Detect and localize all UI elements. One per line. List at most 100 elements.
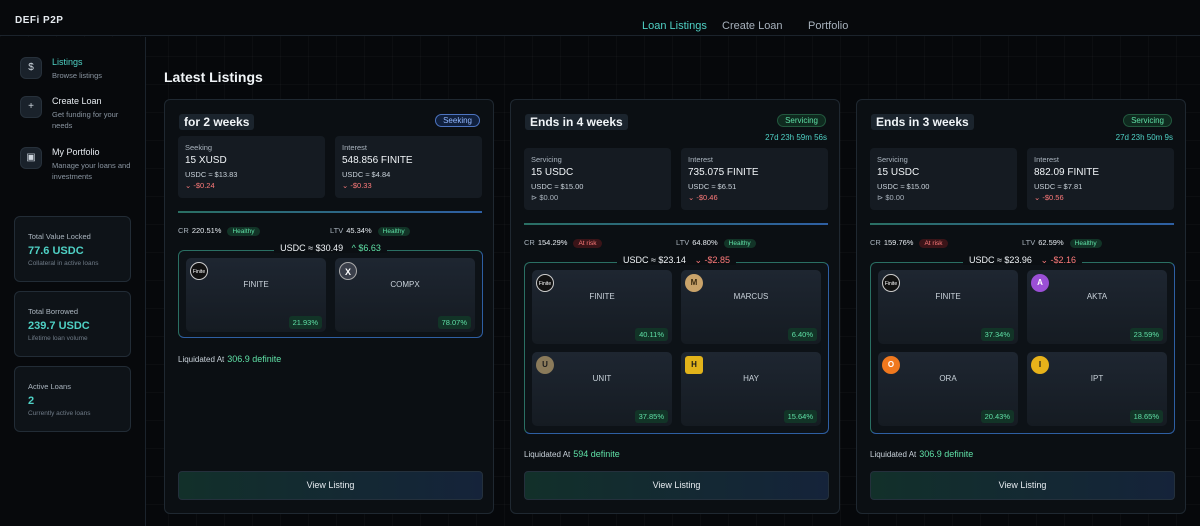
finite-token-icon: Finite — [190, 262, 208, 280]
collateral-token-finite[interactable]: Finite FINITE 40.11% — [532, 270, 672, 344]
token-name: IPT — [1090, 374, 1104, 383]
ltv-value: 45.34% — [346, 226, 372, 235]
liquidation-threshold: Liquidated At 306.9 definite — [178, 354, 281, 364]
ltv-status-chip: Healthy — [377, 227, 410, 236]
unit-token-icon: U — [536, 356, 554, 374]
interest-box: Interest 882.09 FINITE USDC ≈ $7.81 ⌄ -$… — [1027, 148, 1174, 210]
liquidation-label: Liquidated At — [524, 450, 571, 459]
cr-label: CR — [524, 238, 535, 247]
stat-value: 77.6 USDC — [28, 245, 84, 257]
nav-create-loan[interactable]: Create Loan — [722, 20, 783, 32]
collateral-token-ora[interactable]: O ORA 20.43% — [878, 352, 1018, 426]
box-delta: ⊳ $0.00 — [877, 193, 905, 202]
cr-metric: CR 159.76% At risk — [870, 238, 948, 248]
finite-token-icon: Finite — [536, 274, 554, 292]
listing-title: Ends in 4 weeks — [525, 114, 628, 130]
akta-token-icon: A — [1031, 274, 1049, 292]
view-listing-button[interactable]: View Listing — [870, 471, 1175, 500]
ltv-label: LTV — [676, 238, 690, 247]
listing-card: for 2 weeks Seeking Seeking 15 XUSD USDC… — [164, 99, 494, 514]
ltv-value: 62.59% — [1038, 238, 1064, 247]
nav-loan-listings[interactable]: Loan Listings — [642, 20, 707, 32]
token-share: 18.65% — [1129, 410, 1163, 423]
collateral-token-finite[interactable]: Finite FINITE 21.93% — [186, 258, 326, 332]
stat-label: Total Borrowed — [28, 307, 79, 316]
liquidation-threshold: Liquidated At 306.9 definite — [870, 449, 973, 459]
listing-card: Ends in 3 weeks Servicing 27d 23h 50m 9s… — [856, 99, 1186, 514]
sidebar-item-label: Listings — [52, 57, 83, 67]
ltv-status-chip: Healthy — [1069, 239, 1102, 248]
token-name: FINITE — [243, 280, 269, 289]
box-usd-value: USDC ≈ $15.00 — [877, 182, 930, 191]
box-usd-value: USDC ≈ $6.51 — [688, 182, 737, 191]
seeking-box: Seeking 15 XUSD USDC ≈ $13.83 ⌄ -$0.24 — [178, 136, 325, 198]
token-name: AKTA — [1086, 292, 1108, 301]
cr-metric: CR 154.29% At risk — [524, 238, 602, 248]
collateral-token-akta[interactable]: A AKTA 23.59% — [1027, 270, 1167, 344]
app-logo[interactable]: DEFi P2P — [15, 15, 63, 26]
marcus-token-icon: M — [685, 274, 703, 292]
collateral-token-marcus[interactable]: M MARCUS 6.40% — [681, 270, 821, 344]
collateral-change: ⌄ -$2.85 — [691, 255, 734, 265]
collateral-token-unit[interactable]: U UNIT 37.85% — [532, 352, 672, 426]
sidebar-item-listings[interactable]: $ Listings Browse listings — [20, 57, 140, 85]
collateral-panel: USDC ≈ $23.96 ⌄ -$2.16 Finite FINITE 37.… — [870, 255, 1175, 434]
ltv-status-chip: Healthy — [723, 239, 756, 248]
sidebar-item-description: Browse listings — [52, 71, 103, 80]
sidebar-item-my-portfolio[interactable]: ▣ My Portfolio Manage your loans and inv… — [20, 147, 140, 183]
box-value: 548.856 FINITE — [342, 155, 413, 166]
token-share: 40.11% — [635, 328, 668, 341]
cr-metric: CR 220.51% Healthy — [178, 226, 260, 236]
box-usd-value: USDC ≈ $4.84 — [342, 170, 391, 179]
cr-status-chip: Healthy — [227, 227, 260, 236]
sidebar-item-label: My Portfolio — [52, 147, 100, 157]
token-name: ORA — [939, 374, 957, 383]
ltv-value: 64.80% — [692, 238, 718, 247]
token-share: 15.64% — [783, 410, 817, 423]
token-share: 37.85% — [634, 410, 668, 423]
token-name: FINITE — [935, 292, 961, 301]
token-name: FINITE — [589, 292, 615, 301]
token-name: UNIT — [592, 374, 612, 383]
collateral-token-compx[interactable]: X COMPX 78.07% — [335, 258, 475, 332]
cr-value: 154.29% — [537, 238, 568, 247]
stat-value: 239.7 USDC — [28, 320, 90, 332]
stat-total-borrowed: Total Borrowed 239.7 USDC Lifetime loan … — [14, 291, 131, 357]
box-value: 15 USDC — [877, 167, 920, 178]
box-usd-value: USDC ≈ $15.00 — [531, 182, 584, 191]
ltv-label: LTV — [330, 226, 344, 235]
stat-description: Currently active loans — [28, 410, 91, 417]
collateral-token-hay[interactable]: H HAY 15.64% — [681, 352, 821, 426]
collateral-value: USDC ≈ $23.96 ⌄ -$2.16 — [871, 255, 1174, 266]
cr-status-chip: At risk — [573, 239, 602, 248]
view-listing-button[interactable]: View Listing — [524, 471, 829, 500]
liquidation-label: Liquidated At — [178, 355, 225, 364]
stat-active-loans: Active Loans 2 Currently active loans — [14, 366, 131, 432]
interest-box: Interest 735.075 FINITE USDC ≈ $6.51 ⌄ -… — [681, 148, 828, 210]
stat-description: Lifetime loan volume — [28, 335, 88, 342]
stat-value: 2 — [28, 395, 35, 407]
token-share: 78.07% — [437, 316, 471, 329]
listing-title: Ends in 3 weeks — [871, 114, 974, 130]
view-listing-button[interactable]: View Listing — [178, 471, 483, 500]
ltv-metric: LTV 64.80% Healthy — [676, 238, 756, 248]
nav-portfolio[interactable]: Portfolio — [808, 20, 848, 32]
collateral-panel: USDC ≈ $23.14 ⌄ -$2.85 Finite FINITE 40.… — [524, 255, 829, 434]
box-label: Seeking — [185, 143, 213, 152]
collateral-token-finite[interactable]: Finite FINITE 37.34% — [878, 270, 1018, 344]
collateral-panel: USDC ≈ $30.49 ^ $6.63 Finite FINITE 21.9… — [178, 243, 483, 338]
dollar-icon: $ — [20, 57, 42, 79]
sidebar-item-create-loan[interactable]: + Create Loan Get funding for your needs — [20, 96, 140, 132]
box-delta: ⌄ -$0.24 — [185, 181, 215, 190]
box-delta: ⌄ -$0.46 — [688, 193, 718, 202]
box-label: Interest — [1034, 155, 1060, 164]
token-share: 21.93% — [288, 316, 322, 329]
cr-label: CR — [178, 226, 189, 235]
token-share: 6.40% — [787, 328, 817, 341]
top-bar: DEFi P2P Loan Listings Create Loan Portf… — [0, 0, 1200, 36]
box-label: Servicing — [877, 155, 908, 164]
collateral-token-ipt[interactable]: I IPT 18.65% — [1027, 352, 1167, 426]
box-value: 15 XUSD — [185, 155, 227, 166]
sidebar: $ Listings Browse listings + Create Loan… — [0, 37, 146, 526]
listing-card: Ends in 4 weeks Servicing 27d 23h 59m 56… — [510, 99, 840, 514]
